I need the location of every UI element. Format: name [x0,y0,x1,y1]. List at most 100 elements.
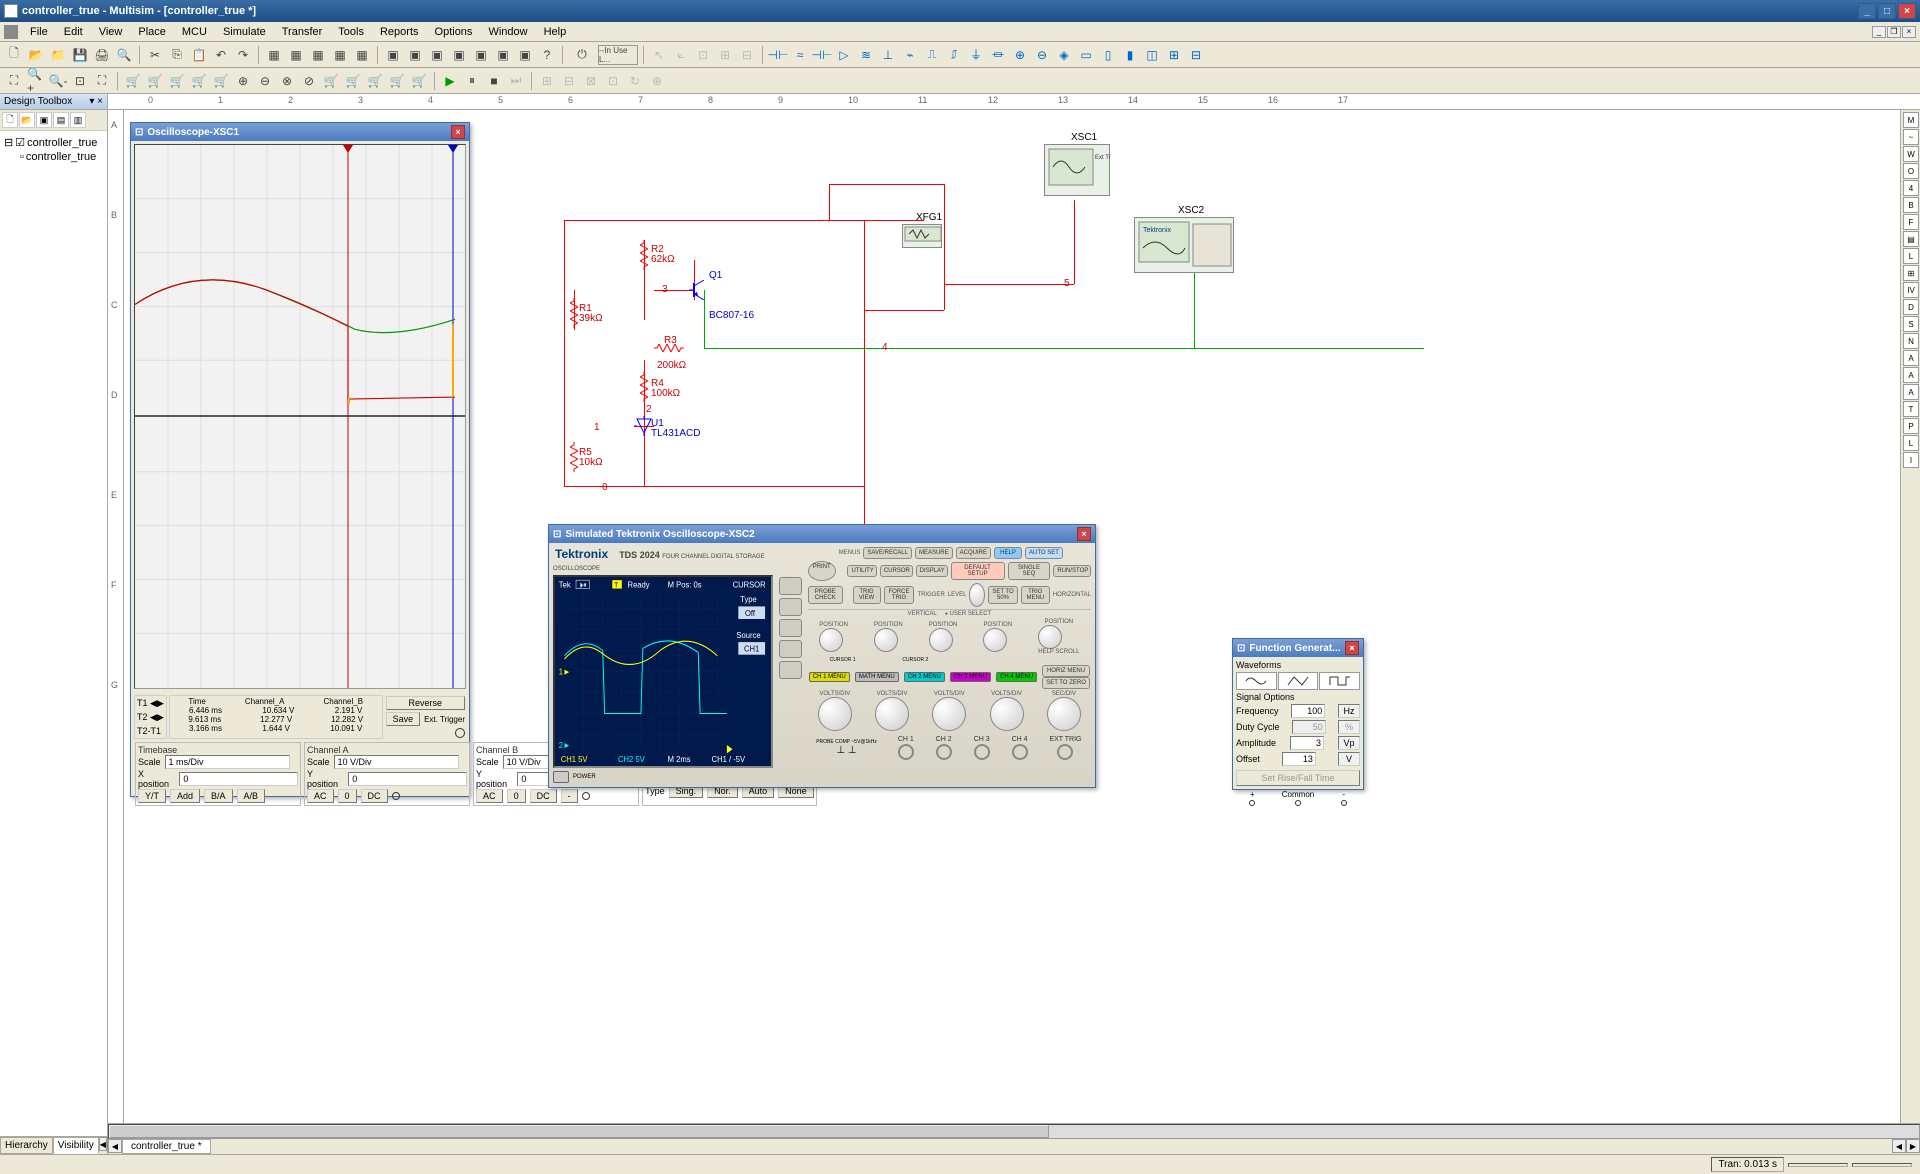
menu-reports[interactable]: Reports [372,24,427,40]
comp-browser-2[interactable]: 🛒 [145,71,165,91]
xsc1-screen[interactable] [134,144,466,689]
tek-screen[interactable]: Tek ⏵⏸ T Ready M Pos: 0s CURSOR Type Off… [553,575,773,768]
tek-help[interactable]: HELP [994,547,1022,559]
tb-ba[interactable]: B/A [204,789,233,803]
inst-oscilloscope[interactable]: O [1903,163,1919,179]
sidebar-btn-1[interactable]: 🗋 [2,112,18,128]
inst-tek-osc[interactable]: T [1903,401,1919,417]
tek-pos-knob-4[interactable] [983,628,1007,652]
toggle-c-button[interactable]: ▦ [308,45,328,65]
place-11[interactable]: ⏛ [988,45,1008,65]
zoom-fit[interactable]: ⛶ [4,71,24,91]
wire[interactable] [564,220,565,486]
new-button[interactable]: 🗋 [4,45,24,65]
comp-browser-10[interactable]: 🛒 [321,71,341,91]
comp-button-4[interactable]: ▣ [449,45,469,65]
tab-scroll-left[interactable]: ◀ [108,1139,122,1153]
comp-browser-13[interactable]: 🛒 [387,71,407,91]
fngen-amp-input[interactable] [1290,736,1324,750]
menu-view[interactable]: View [91,24,131,40]
tek-soft-1[interactable] [779,577,802,595]
sim-f[interactable]: ⊕ [647,71,667,91]
tek-ch3-bnc[interactable] [974,744,990,760]
tek-ch2-bnc[interactable] [936,744,952,760]
tek-vd-knob-4[interactable] [990,697,1024,731]
zoom-area[interactable]: ⊡ [70,71,90,91]
tab-hierarchy[interactable]: Hierarchy [0,1137,53,1154]
tek-pos-knob-1[interactable] [819,628,843,652]
xsc1-reverse-button[interactable]: Reverse [386,696,465,710]
place-12[interactable]: ⊕ [1010,45,1030,65]
sidebar-btn-4[interactable]: ▤ [53,112,69,128]
maximize-button[interactable]: □ [1878,3,1896,19]
wire[interactable] [864,310,944,311]
cha-port[interactable] [392,792,400,800]
toggle-d-button[interactable]: ▦ [330,45,350,65]
tb-scale[interactable] [165,755,290,769]
tek-ch3menu[interactable]: CH 3 MENU [950,672,991,682]
menu-tools[interactable]: Tools [330,24,372,40]
resistor-r5[interactable] [570,442,578,472]
xsc2-close[interactable]: × [1077,527,1091,541]
inst-logic-conv[interactable]: L [1903,248,1919,264]
sim-b[interactable]: ⊟ [559,71,579,91]
mdi-close[interactable]: × [1902,26,1916,38]
fngen-amp-unit[interactable]: Vp [1338,736,1360,750]
comp-browser-3[interactable]: 🛒 [167,71,187,91]
comp-button-3[interactable]: ▣ [427,45,447,65]
place-4[interactable]: ▷ [834,45,854,65]
tek-default[interactable]: DEFAULT SETUP [951,562,1005,580]
place-7[interactable]: ⌁ [900,45,920,65]
tek-pos-knob-3[interactable] [929,628,953,652]
resistor-r3[interactable] [654,344,684,352]
place-10[interactable]: ⏚ [966,45,986,65]
menu-edit[interactable]: Edit [56,24,91,40]
undo-button[interactable]: ↶ [211,45,231,65]
menu-transfer[interactable]: Transfer [274,24,331,40]
help-button[interactable]: ? [537,45,557,65]
instrument-xsc1[interactable]: Ext Trig [1044,144,1110,196]
tek-cursor[interactable]: CURSOR [880,565,913,577]
sim-e[interactable]: ↻ [625,71,645,91]
menu-help[interactable]: Help [536,24,575,40]
tek-saverecall[interactable]: SAVE/RECALL [863,547,912,559]
print-button[interactable]: 🖨 [92,45,112,65]
tek-runstop[interactable]: RUN/STOP [1053,565,1091,577]
wire[interactable] [829,184,944,185]
comp-browser-11[interactable]: 🛒 [343,71,363,91]
place-1[interactable]: ⊣⊢ [768,45,788,65]
inst-dist[interactable]: D [1903,299,1919,315]
xsc1-titlebar[interactable]: ⊡ Oscilloscope-XSC1 × [131,123,469,141]
inst-iv[interactable]: IV [1903,282,1919,298]
tek-ch1-bnc[interactable] [898,744,914,760]
place-20[interactable]: ⊟ [1186,45,1206,65]
sidebar-btn-5[interactable]: ▥ [70,112,86,128]
inst-spec[interactable]: S [1903,316,1919,332]
tek-vd-knob-3[interactable] [932,697,966,731]
place-18[interactable]: ◫ [1142,45,1162,65]
resistor-r4[interactable] [640,372,648,402]
inst-labview[interactable]: L [1903,435,1919,451]
tab-left-btn[interactable]: ◀ [99,1137,107,1151]
menu-place[interactable]: Place [130,24,174,40]
toggle-e-button[interactable]: ▦ [352,45,372,65]
cut-button[interactable]: ✂ [145,45,165,65]
inst-ag-fn[interactable]: A [1903,350,1919,366]
save-button[interactable]: 💾 [70,45,90,65]
wire[interactable] [704,348,1424,349]
tek-utility[interactable]: UTILITY [847,565,876,577]
place-16[interactable]: ▯ [1098,45,1118,65]
cha-dc[interactable]: DC [361,789,388,803]
cha-scale[interactable] [334,755,459,769]
sidebar-close[interactable]: ▾ × [89,96,103,107]
tek-horizmenu[interactable]: HORIZ MENU [1042,665,1090,677]
tek-power-switch[interactable] [553,771,569,783]
print-preview-button[interactable]: 🔍 [114,45,134,65]
tree-root[interactable]: ⊟ ☑ controller_true [4,135,103,150]
tek-vd-knob-1[interactable] [818,697,852,731]
tek-forcetrig[interactable]: FORCE TRIG [884,586,915,604]
chb-port[interactable] [582,792,590,800]
chb-0[interactable]: 0 [507,789,526,803]
inst-ag-osc[interactable]: A [1903,384,1919,400]
fngen-off-input[interactable] [1282,752,1316,766]
